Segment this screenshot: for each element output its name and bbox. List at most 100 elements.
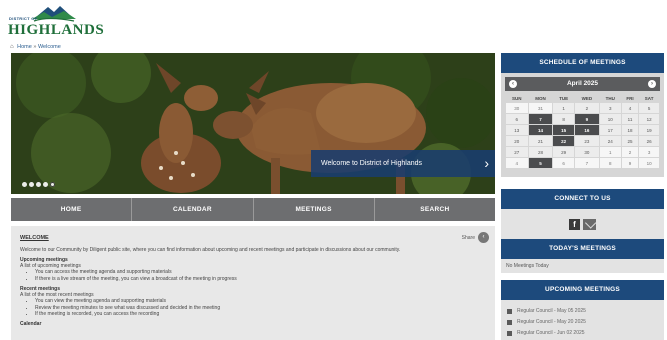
calendar-day: 24 (599, 136, 621, 146)
meeting-bullet-icon (507, 320, 512, 325)
hero-caption[interactable]: Welcome to District of Highlands › (311, 150, 495, 177)
share-control[interactable]: Share ‹ (462, 232, 489, 243)
upcoming-meeting-item[interactable]: Regular Council - May 05 2025 (507, 306, 658, 317)
upcoming-bullets: You can access the meeting agenda and su… (35, 269, 486, 283)
list-item: If the meeting is recorded, you can acce… (35, 311, 486, 318)
calendar-day: 21 (528, 136, 553, 146)
calendar-day: 13 (506, 125, 528, 135)
calendar-day: 2 (621, 147, 639, 157)
logo-name-text: HIGHLANDS (8, 22, 105, 38)
calendar-day: 5 (639, 103, 659, 113)
calendar-day: 9 (621, 158, 639, 168)
slide-dot[interactable] (36, 182, 41, 187)
calendar-day: 11 (621, 114, 639, 124)
calendar-weekday: SUN (512, 95, 522, 101)
calendar-day: 1 (599, 147, 621, 157)
main-nav: HOME CALENDAR MEETINGS SEARCH (11, 198, 495, 221)
calendar-weekday: WED (581, 95, 593, 101)
upcoming-meetings-list: Regular Council - May 05 2025 Regular Co… (501, 300, 664, 340)
calendar-day: 30 (506, 103, 528, 113)
email-icon[interactable] (583, 219, 596, 230)
calendar-weekday: FRI (626, 95, 634, 101)
calendar-next-icon[interactable]: › (648, 80, 656, 88)
calendar-day-meeting[interactable]: 16 (574, 125, 599, 135)
calendar-day: 8 (599, 158, 621, 168)
calendar-weekday: SAT (644, 95, 654, 101)
today-meetings-text: No Meetings Today (501, 259, 664, 273)
social-links: f (501, 209, 664, 240)
nav-calendar[interactable]: CALENDAR (132, 198, 254, 221)
calendar-day: 19 (639, 125, 659, 135)
connect-header: CONNECT TO US (501, 189, 664, 209)
calendar-day: 23 (574, 136, 599, 146)
list-item: You can view the meeting agenda and supp… (35, 298, 486, 305)
calendar-day-meeting[interactable]: 15 (553, 125, 574, 135)
calendar-month-bar: ‹ April 2025 › (505, 77, 660, 91)
slide-indicators (22, 182, 55, 187)
slide-dot[interactable] (43, 182, 48, 187)
upcoming-meeting-label: Regular Council - Jun 02 2025 (517, 330, 585, 336)
upcoming-meeting-item[interactable]: Regular Council - Jun 02 2025 (507, 328, 658, 339)
calendar-week-row: 20 21 22 23 24 25 26 (506, 136, 659, 146)
upcoming-meeting-label: Regular Council - May 20 2025 (517, 319, 586, 325)
meeting-calendar: ‹ April 2025 › SUN MON TUE WED THU FRI SAT 30 3… (501, 73, 664, 177)
calendar-day: 3 (639, 147, 659, 157)
calendar-day: 28 (528, 147, 553, 157)
upcoming-meetings-header: UPCOMING MEETINGS (501, 280, 664, 300)
calendar-day-meeting[interactable]: 7 (528, 114, 553, 124)
calendar-weekday: MON (535, 95, 546, 101)
calendar-month-label: April 2025 (566, 80, 599, 87)
logo-district-text: DISTRICT OF (9, 16, 38, 21)
facebook-icon[interactable]: f (569, 219, 580, 230)
recent-bullets: You can view the meeting agenda and supp… (35, 298, 486, 318)
calendar-day-meeting[interactable]: 9 (574, 114, 599, 124)
share-label: Share (461, 234, 475, 241)
upcoming-meeting-item[interactable]: Regular Council - May 20 2025 (507, 317, 658, 328)
slide-dot-active[interactable] (50, 182, 55, 187)
nav-search[interactable]: SEARCH (375, 198, 495, 221)
meeting-bullet-icon (507, 309, 512, 314)
calendar-day: 3 (599, 103, 621, 113)
nav-meetings[interactable]: MEETINGS (254, 198, 375, 221)
upcoming-meeting-label: Regular Council - May 05 2025 (517, 308, 586, 314)
calendar-weekday: THU (605, 95, 615, 101)
intro-text: Welcome to our Community by Diligent pub… (20, 247, 401, 253)
calendar-grid: SUN MON TUE WED THU FRI SAT 30 31 1 2 3 4 5 6 7 8 9 10 11 1… (505, 93, 660, 169)
calendar-day: 29 (553, 147, 574, 157)
calendar-week-row: 13 14 15 16 17 18 19 (506, 125, 659, 135)
calendar-day: 4 (506, 158, 528, 168)
breadcrumb-current[interactable]: Welcome (38, 44, 61, 50)
calendar-week-row: 4 5 6 7 8 9 10 (506, 158, 659, 168)
calendar-day: 8 (553, 114, 574, 124)
share-icon[interactable]: ‹ (478, 232, 489, 243)
calendar-day: 6 (553, 158, 574, 168)
hero-next-arrow-icon[interactable]: › (484, 155, 489, 171)
welcome-content: Share ‹ WELCOME Welcome to our Community… (11, 226, 495, 340)
hero-slideshow[interactable]: Welcome to District of Highlands › (11, 53, 495, 194)
calendar-prev-icon[interactable]: ‹ (509, 80, 517, 88)
breadcrumb-home-link[interactable]: Home (17, 44, 32, 50)
slide-dot[interactable] (29, 182, 34, 187)
calendar-day: 26 (639, 136, 659, 146)
nav-home[interactable]: HOME (11, 198, 133, 221)
calendar-day: 10 (639, 158, 659, 168)
calendar-day: 17 (599, 125, 621, 135)
calendar-weekday: TUE (559, 95, 569, 101)
calendar-week-row: 6 7 8 9 10 11 12 (506, 114, 659, 124)
calendar-section-title: Calendar (20, 321, 42, 327)
calendar-day-meeting[interactable]: 14 (528, 125, 553, 135)
calendar-day-meeting[interactable]: 5 (528, 158, 553, 168)
calendar-day: 10 (599, 114, 621, 124)
list-item: If there is a live stream of the meeting… (35, 276, 486, 283)
today-meetings-header: TODAY'S MEETINGS (501, 239, 664, 259)
hero-caption-text: Welcome to District of Highlands (321, 160, 423, 167)
calendar-day: 6 (506, 114, 528, 124)
schedule-header: SCHEDULE OF MEETINGS (501, 53, 664, 73)
slide-dot[interactable] (22, 182, 27, 187)
calendar-week-row: 30 31 1 2 3 4 5 (506, 103, 659, 113)
site-logo[interactable]: DISTRICT OF HIGHLANDS (8, 3, 104, 41)
calendar-day-meeting[interactable]: 22 (553, 136, 574, 146)
breadcrumb: ⌂ Home » Welcome (10, 44, 61, 50)
calendar-day: 31 (528, 103, 553, 113)
calendar-week-row: 27 28 29 30 1 2 3 (506, 147, 659, 157)
